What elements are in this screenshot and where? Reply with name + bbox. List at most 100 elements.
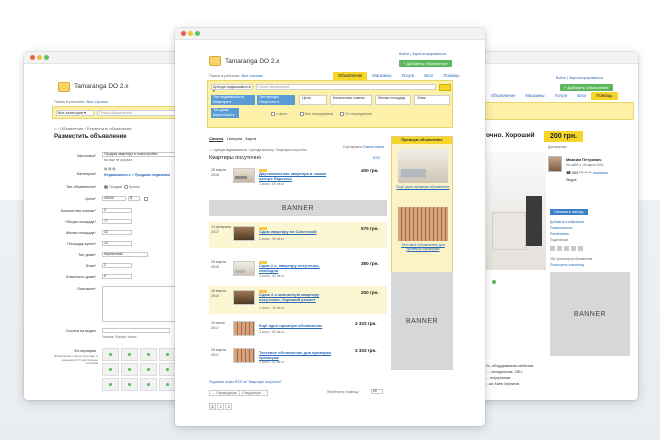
price-input[interactable]: 45000 <box>102 196 126 201</box>
photo-slot-4[interactable] <box>159 348 176 361</box>
sidebar-banner[interactable]: BANNER <box>391 272 453 370</box>
link-favorite[interactable]: Добавить в избранное <box>550 220 584 224</box>
add-listing-button[interactable]: + Добавить объявление <box>560 84 613 91</box>
filter-rooms[interactable]: Количество комнат <box>330 95 372 105</box>
filter-area[interactable]: Жилая площадь <box>375 95 411 105</box>
category-select[interactable]: Аренда недвижимости ▾ <box>211 84 253 93</box>
share-ok-icon[interactable] <box>571 246 576 251</box>
listing-title[interactable]: Сдам 2-х, квартиру посуточно, свободна <box>259 263 337 273</box>
floor-input[interactable]: 2 <box>102 263 132 268</box>
nav-listings[interactable]: Объявление <box>333 72 368 80</box>
message-author-button[interactable]: Написать автору <box>550 209 588 215</box>
listing-title[interactable]: Ещё одно премиум объявление <box>259 323 339 328</box>
video-input[interactable] <box>102 328 170 333</box>
next-page-button[interactable]: Следующая → <box>239 390 269 396</box>
filter-floor[interactable]: Этаж <box>414 95 450 105</box>
share-tw-icon[interactable] <box>564 246 569 251</box>
nav-listings[interactable]: Объявление <box>486 92 520 100</box>
listing-thumbnail[interactable] <box>233 348 255 363</box>
listing-title[interactable]: Сдаю 2-х комнатную квартиру посуточно, Х… <box>259 292 339 302</box>
photo-slot-7[interactable] <box>140 363 157 376</box>
photo-slot-2[interactable] <box>121 348 138 361</box>
sort-control[interactable]: Сортировка Самые новые <box>343 145 384 149</box>
filter-property-type[interactable]: Тип недвижимости Квартира ▾ <box>211 95 255 105</box>
photo-slot-11[interactable] <box>140 378 157 391</box>
photo-slot-10[interactable] <box>121 378 138 391</box>
radio-buy[interactable] <box>124 185 128 189</box>
listing-thumbnail[interactable] <box>233 226 255 241</box>
filter-price[interactable]: Цена <box>299 95 327 105</box>
goto-page-input[interactable]: 50 <box>371 389 383 394</box>
tab-list[interactable]: Список <box>209 136 224 142</box>
photo-slot-8[interactable] <box>159 363 176 376</box>
nav-services[interactable]: Услуги <box>396 72 419 80</box>
kitchen-area-input[interactable]: 14 <box>102 241 132 246</box>
premium-photo-2[interactable] <box>398 207 448 241</box>
photo-slot-5[interactable] <box>102 363 119 376</box>
tab-map[interactable]: Карта <box>245 136 256 141</box>
minimize-dot-icon[interactable] <box>188 31 193 36</box>
rss-link[interactable]: RSS <box>373 156 380 160</box>
link-print[interactable]: Распечатать <box>550 232 569 236</box>
maximize-dot-icon[interactable] <box>44 55 49 60</box>
radio-sell[interactable] <box>104 185 108 189</box>
nav-help[interactable]: Помощь <box>591 92 618 100</box>
from-brokers-checkbox[interactable] <box>340 112 344 116</box>
photo-slot-9[interactable] <box>102 378 119 391</box>
no-brokers-checkbox[interactable] <box>300 112 304 116</box>
rooms-select[interactable]: 3 <box>102 208 132 213</box>
nav-shops[interactable]: Магазины <box>367 72 396 80</box>
currency-select[interactable]: $ <box>128 196 140 201</box>
listing-title[interactable]: Двухкомнатная квартира в самом центре Ба… <box>259 171 337 181</box>
listing-title[interactable]: Сдам квартиру на Советской <box>259 229 337 234</box>
minimize-dot-icon[interactable] <box>37 55 42 60</box>
premium-title-1[interactable]: Ещё одно премиум объявление <box>396 185 450 189</box>
floors-total-input[interactable]: 5 <box>102 274 132 279</box>
nav-blog[interactable]: Блог <box>572 92 591 100</box>
listing-main-photo[interactable] <box>486 152 546 270</box>
rss-subscribe-link[interactable]: Подписка через RSS на "Квартиры посуточн… <box>209 380 282 384</box>
share-mail-icon[interactable] <box>578 246 583 251</box>
premium-photo-1[interactable] <box>398 149 448 183</box>
stats-link[interactable]: Посмотреть статистику <box>550 263 584 267</box>
living-area-input[interactable]: 32 <box>102 230 132 235</box>
category-value[interactable]: Недвижимость » Продажа недвижим <box>104 173 170 177</box>
nav-help[interactable]: Помощь <box>438 72 464 80</box>
total-area-input[interactable]: 77 <box>102 219 132 224</box>
close-dot-icon[interactable] <box>30 55 35 60</box>
price-checkbox[interactable] <box>144 197 148 201</box>
with-photo-checkbox[interactable] <box>271 112 275 116</box>
sidebar-banner[interactable]: BANNER <box>550 272 630 356</box>
listing-thumbnail[interactable] <box>233 168 255 183</box>
seller-name[interactable]: Максим Петрович <box>566 157 601 162</box>
nav-services[interactable]: Услуги <box>549 92 572 100</box>
tab-gallery[interactable]: Галерея <box>227 136 242 141</box>
page-3[interactable]: 3 <box>225 403 232 410</box>
close-dot-icon[interactable] <box>181 31 186 36</box>
search-input[interactable]: Поиск объявлений... <box>256 84 436 90</box>
photo-slot-1[interactable] <box>102 348 119 361</box>
content-banner[interactable]: BANNER <box>209 200 387 216</box>
filter-rent-type[interactable]: Тип аренды Посуточно ▾ <box>257 95 295 105</box>
nav-blog[interactable]: Блог <box>419 72 438 80</box>
listing-thumbnail[interactable] <box>233 321 255 336</box>
premium-title-2[interactable]: Тестовое объявление для проверки премиум… <box>396 243 450 252</box>
maximize-dot-icon[interactable] <box>195 31 200 36</box>
house-type-select[interactable]: Кирпичный <box>102 252 148 257</box>
add-listing-button[interactable]: + Добавить объявление <box>399 60 452 67</box>
link-report[interactable]: Пожаловаться <box>550 226 572 230</box>
listing-thumbnail[interactable] <box>233 261 255 276</box>
share-fb-icon[interactable] <box>557 246 562 251</box>
filter-house-type[interactable]: Тип дома Кирпичный ▾ <box>211 108 239 118</box>
photo-slot-12[interactable] <box>159 378 176 391</box>
listing-thumbnail[interactable] <box>233 290 255 305</box>
prev-page-button[interactable]: ← Предыдущая <box>209 390 241 396</box>
share-vk-icon[interactable] <box>550 246 555 251</box>
page-2[interactable]: 2 <box>217 403 224 410</box>
page-1[interactable]: 1 <box>209 403 216 410</box>
search-button[interactable] <box>439 83 451 91</box>
photo-slot-6[interactable] <box>121 363 138 376</box>
category-select[interactable]: Все категории ▾ <box>56 110 94 116</box>
nav-shops[interactable]: Магазины <box>520 92 549 100</box>
listing-title[interactable]: Тестовое объявление для проверки премиум… <box>259 350 339 360</box>
